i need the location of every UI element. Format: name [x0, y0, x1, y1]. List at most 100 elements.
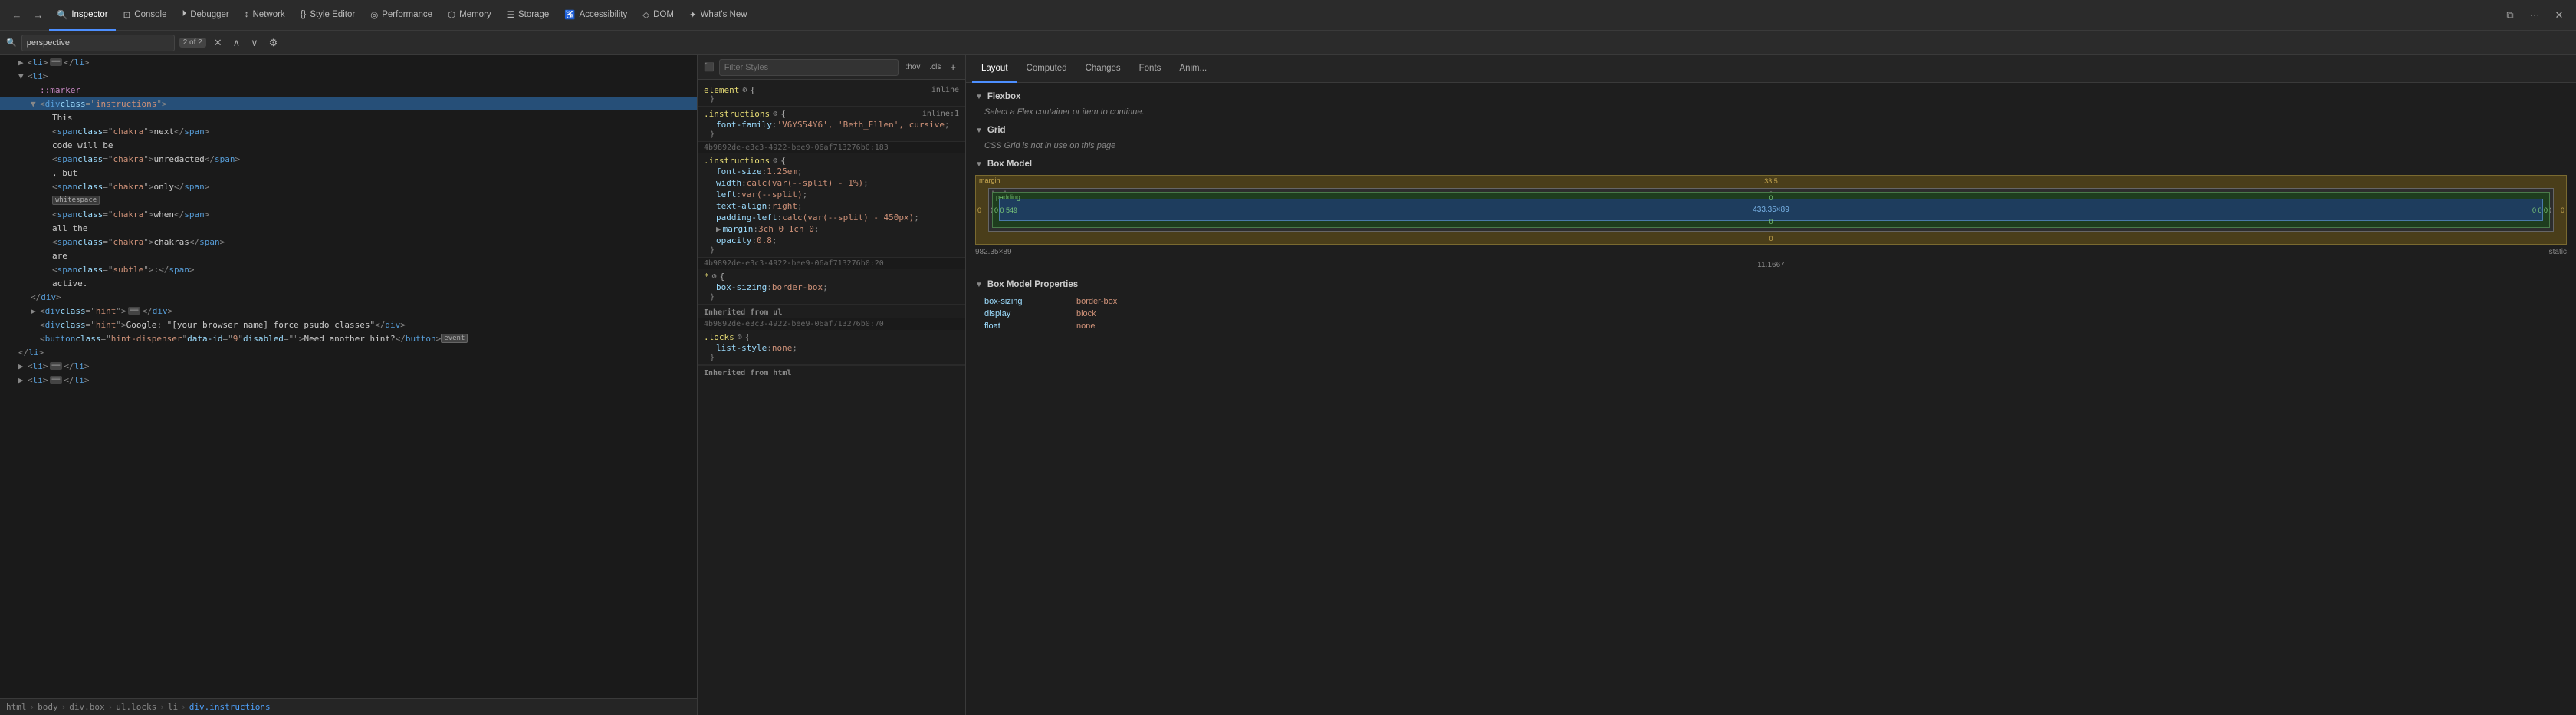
- tab-animations[interactable]: Anim...: [1170, 55, 1216, 83]
- cls-button[interactable]: .cls: [926, 60, 944, 74]
- tree-line[interactable]: <span class="chakra">when</span>: [0, 207, 697, 221]
- style-editor-icon: {}: [301, 10, 307, 19]
- bm-border-layer: border 0 0 0 0 padding 0 0 0 0 549 0 0 0: [988, 188, 2554, 232]
- bm-margin-label: margin: [979, 176, 1001, 184]
- grid-section-header[interactable]: ▼ Grid: [975, 123, 2567, 138]
- tree-line[interactable]: <span class="chakra">unredacted</span>: [0, 152, 697, 166]
- gear-icon[interactable]: ⚙: [712, 272, 717, 281]
- tab-debugger[interactable]: ⏵ Debugger: [174, 0, 236, 31]
- css-property-row: opacity: 0.8;: [704, 235, 959, 246]
- expand-arrow[interactable]: ▶: [18, 361, 28, 371]
- clear-search-button[interactable]: ✕: [211, 35, 225, 51]
- gear-icon[interactable]: ⚙: [773, 157, 777, 165]
- css-selector: *: [704, 272, 709, 282]
- tab-performance[interactable]: ◎ Performance: [363, 0, 440, 31]
- tab-style-editor[interactable]: {} Style Editor: [293, 0, 363, 31]
- grid-arrow: ▼: [975, 127, 983, 135]
- tree-line[interactable]: ▶ <div class="hint"> ══ </div>: [0, 304, 697, 318]
- search-next-button[interactable]: ∨: [248, 35, 261, 51]
- bm-margin-bottom: 0: [1769, 235, 1773, 242]
- tree-line[interactable]: all the: [0, 221, 697, 235]
- breadcrumb-item[interactable]: li: [168, 702, 178, 712]
- css-rule-block: * ⚙ { box-sizing: border-box; }: [698, 269, 965, 305]
- gear-icon[interactable]: ⚙: [738, 333, 742, 341]
- box-model-visual: margin 33.5 0 0 0 border 0 0 0 0 paddi: [975, 172, 2567, 277]
- bm-padding-right: 0 0 0: [2532, 206, 2548, 214]
- accessibility-icon: ♿: [564, 9, 575, 20]
- tab-debugger-label: Debugger: [190, 10, 229, 19]
- search-prev-button[interactable]: ∧: [230, 35, 244, 51]
- bm-padding-layer: padding 0 0 0 0 549 0 0 0 433.35×89: [992, 192, 2550, 228]
- tree-line[interactable]: <span class="chakra">chakras</span>: [0, 235, 697, 249]
- tab-dom[interactable]: ◇ DOM: [635, 0, 682, 31]
- search-options-button[interactable]: ⚙: [266, 35, 281, 51]
- tree-line[interactable]: code will be: [0, 138, 697, 152]
- flexbox-section-header[interactable]: ▼ Flexbox: [975, 89, 2567, 104]
- tree-line[interactable]: ▼ <li>: [0, 69, 697, 83]
- filter-styles-input[interactable]: [719, 59, 899, 76]
- tree-line[interactable]: ▶ <li> ══ </li>: [0, 359, 697, 373]
- search-input[interactable]: [21, 35, 175, 51]
- tab-accessibility[interactable]: ♿ Accessibility: [557, 0, 635, 31]
- breadcrumb-item[interactable]: div.box: [69, 702, 104, 712]
- debugger-icon: ⏵: [182, 9, 186, 19]
- dock-icon[interactable]: ⧉: [2499, 5, 2521, 26]
- flexbox-title: Flexbox: [987, 92, 1020, 101]
- breadcrumb-item[interactable]: body: [38, 702, 58, 712]
- expand-arrow[interactable]: ▶: [18, 375, 28, 385]
- expand-arrow[interactable]: ▶: [31, 306, 40, 316]
- tree-line[interactable]: </li>: [0, 345, 697, 359]
- tab-console[interactable]: ⊡ Console: [116, 0, 175, 31]
- more-icon[interactable]: ⋯: [2524, 5, 2545, 26]
- expand-arrow[interactable]: ▼: [31, 99, 40, 109]
- tree-line[interactable]: ▶ <li> ══ </li>: [0, 55, 697, 69]
- back-icon[interactable]: ←: [6, 5, 28, 26]
- tab-inspector-label: Inspector: [71, 10, 107, 19]
- hov-button[interactable]: :hov: [903, 60, 924, 74]
- tab-inspector[interactable]: 🔍 Inspector: [49, 0, 116, 31]
- box-model-section-header[interactable]: ▼ Box Model: [975, 157, 2567, 172]
- tab-layout[interactable]: Layout: [972, 55, 1017, 83]
- tab-changes[interactable]: Changes: [1076, 55, 1130, 83]
- tree-line[interactable]: <span class="chakra">only</span>: [0, 180, 697, 193]
- add-rule-button[interactable]: +: [947, 60, 959, 74]
- breadcrumb-item[interactable]: html: [6, 702, 27, 712]
- tree-line[interactable]: ::marker: [0, 83, 697, 97]
- tree-line[interactable]: This: [0, 110, 697, 124]
- breadcrumb-item[interactable]: ul.locks: [116, 702, 156, 712]
- expand-arrow[interactable]: ▼: [18, 71, 28, 81]
- tree-line[interactable]: whitespace: [0, 193, 697, 207]
- css-toolbar: ⬛ :hov .cls +: [698, 55, 965, 80]
- tree-line[interactable]: are: [0, 249, 697, 262]
- html-panel[interactable]: ▶ <li> ══ </li> ▼ <li> ::marker ▼ <div: [0, 55, 698, 715]
- tab-computed[interactable]: Computed: [1017, 55, 1076, 83]
- tab-memory-label: Memory: [459, 10, 491, 19]
- tab-memory[interactable]: ⬡ Memory: [440, 0, 499, 31]
- tree-line[interactable]: <button class="hint-dispenser" data-id="…: [0, 331, 697, 345]
- search-count: 2 of 2: [179, 38, 206, 48]
- close-icon[interactable]: ✕: [2548, 5, 2570, 26]
- css-rule-block: .locks ⚙ { list-style: none; }: [698, 330, 965, 365]
- tree-line[interactable]: , but: [0, 166, 697, 180]
- tree-line[interactable]: ▶ <li> ══ </li>: [0, 373, 697, 387]
- tab-network[interactable]: ↕ Network: [237, 0, 293, 31]
- css-selector: .instructions: [704, 109, 770, 119]
- tree-line[interactable]: active.: [0, 276, 697, 290]
- expand-arrow[interactable]: ▶: [18, 58, 28, 68]
- tree-line[interactable]: <div class="hint">Google: "[your browser…: [0, 318, 697, 331]
- event-badge: event: [441, 334, 468, 343]
- forward-icon[interactable]: →: [28, 5, 49, 26]
- tab-whats-new[interactable]: ✦ What's New: [682, 0, 755, 31]
- tree-line[interactable]: <span class="chakra">next</span>: [0, 124, 697, 138]
- tree-line[interactable]: </div>: [0, 290, 697, 304]
- box-model-props-header[interactable]: ▼ Box Model Properties: [975, 277, 2567, 292]
- css-rule-block: .instructions ⚙ { inline:1 font-family :…: [698, 107, 965, 142]
- tab-storage[interactable]: ☰ Storage: [499, 0, 557, 31]
- gear-icon[interactable]: ⚙: [773, 110, 777, 118]
- tree-line-selected[interactable]: ▼ <div class="instructions">: [0, 97, 697, 110]
- tab-fonts[interactable]: Fonts: [1130, 55, 1171, 83]
- gear-icon[interactable]: ⚙: [742, 86, 747, 94]
- layout-tabs: Layout Computed Changes Fonts Anim...: [966, 55, 2576, 83]
- breadcrumb-item-active[interactable]: div.instructions: [189, 702, 271, 712]
- tree-line[interactable]: <span class="subtle">:</span>: [0, 262, 697, 276]
